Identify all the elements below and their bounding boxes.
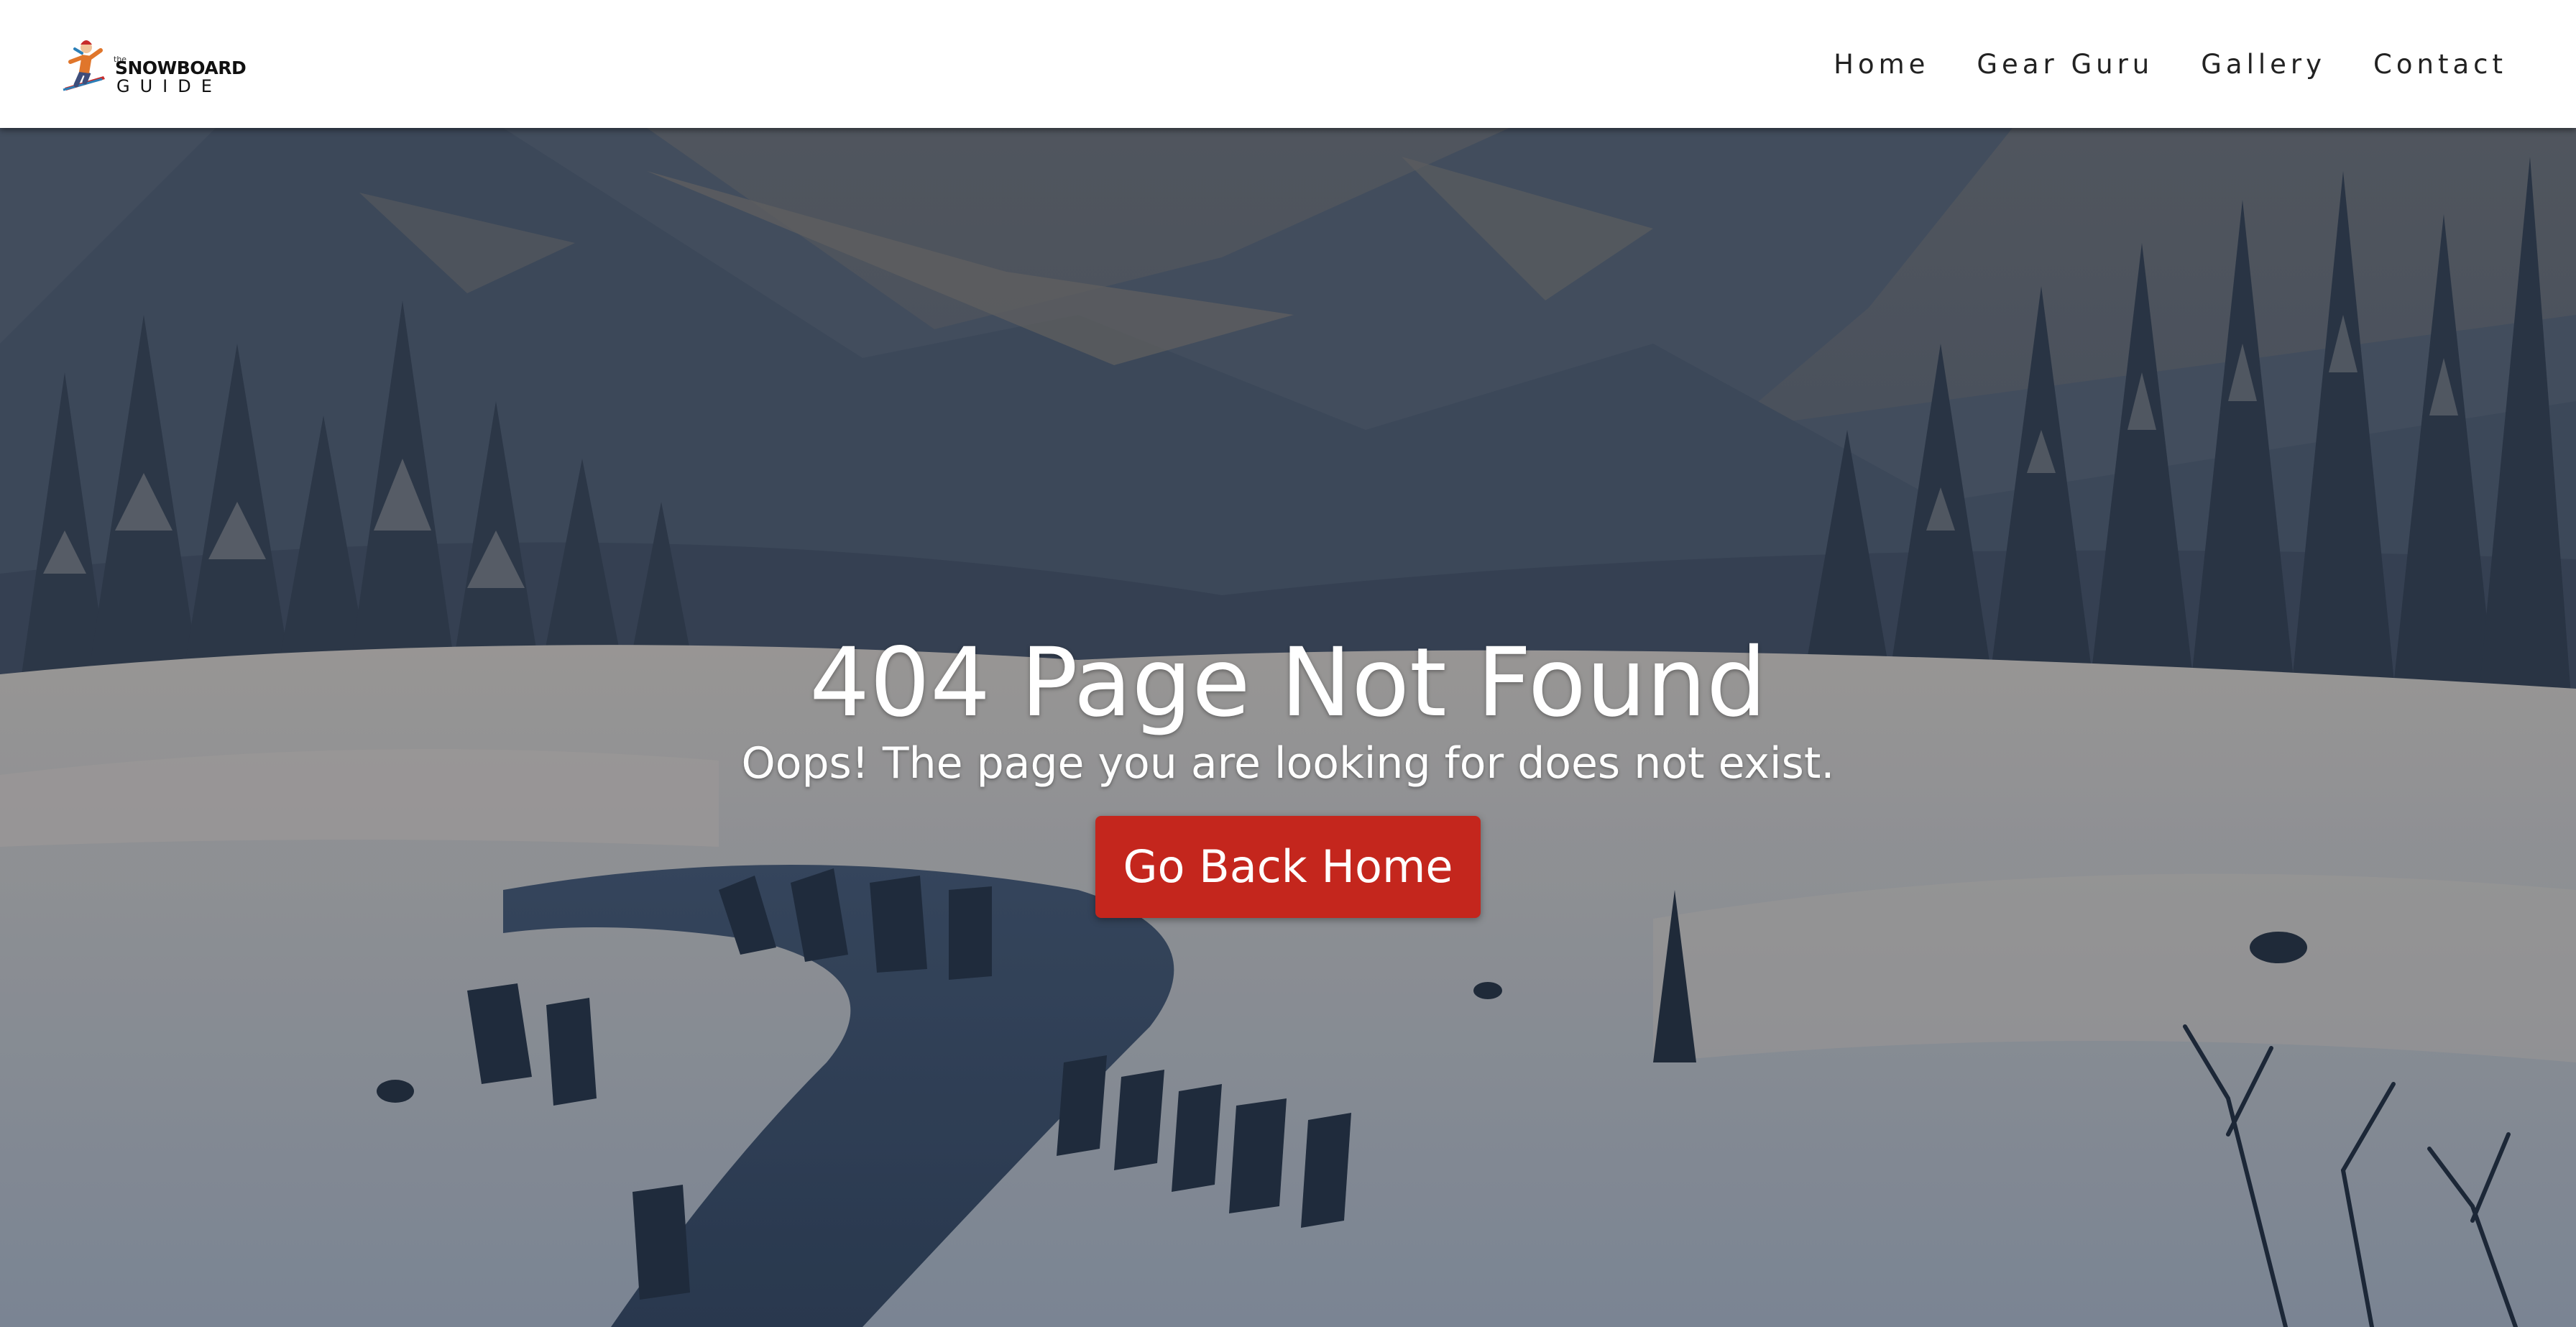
logo-title-line1: SNOWBOARD: [115, 58, 247, 78]
nav-contact[interactable]: Contact: [2373, 49, 2507, 80]
error-message-block: 404 Page Not Found Oops! The page you ar…: [0, 628, 2576, 919]
nav-gear-guru[interactable]: Gear Guru: [1977, 49, 2153, 80]
nav-gallery[interactable]: Gallery: [2201, 49, 2326, 80]
site-header: the SNOWBOARD GUIDE Home Gear Guru Galle…: [0, 0, 2576, 128]
logo-title-line2: GUIDE: [116, 76, 222, 96]
main-nav: Home Gear Guru Gallery Contact: [1834, 49, 2507, 80]
site-logo[interactable]: the SNOWBOARD GUIDE: [60, 35, 247, 99]
snowboarder-logo-icon: [63, 40, 105, 91]
hero-section: 404 Page Not Found Oops! The page you ar…: [0, 128, 2576, 1327]
go-back-home-button[interactable]: Go Back Home: [1095, 816, 1481, 919]
error-title: 404 Page Not Found: [809, 628, 1767, 738]
nav-home[interactable]: Home: [1834, 49, 1929, 80]
error-subtitle: Oops! The page you are looking for does …: [741, 738, 1835, 789]
